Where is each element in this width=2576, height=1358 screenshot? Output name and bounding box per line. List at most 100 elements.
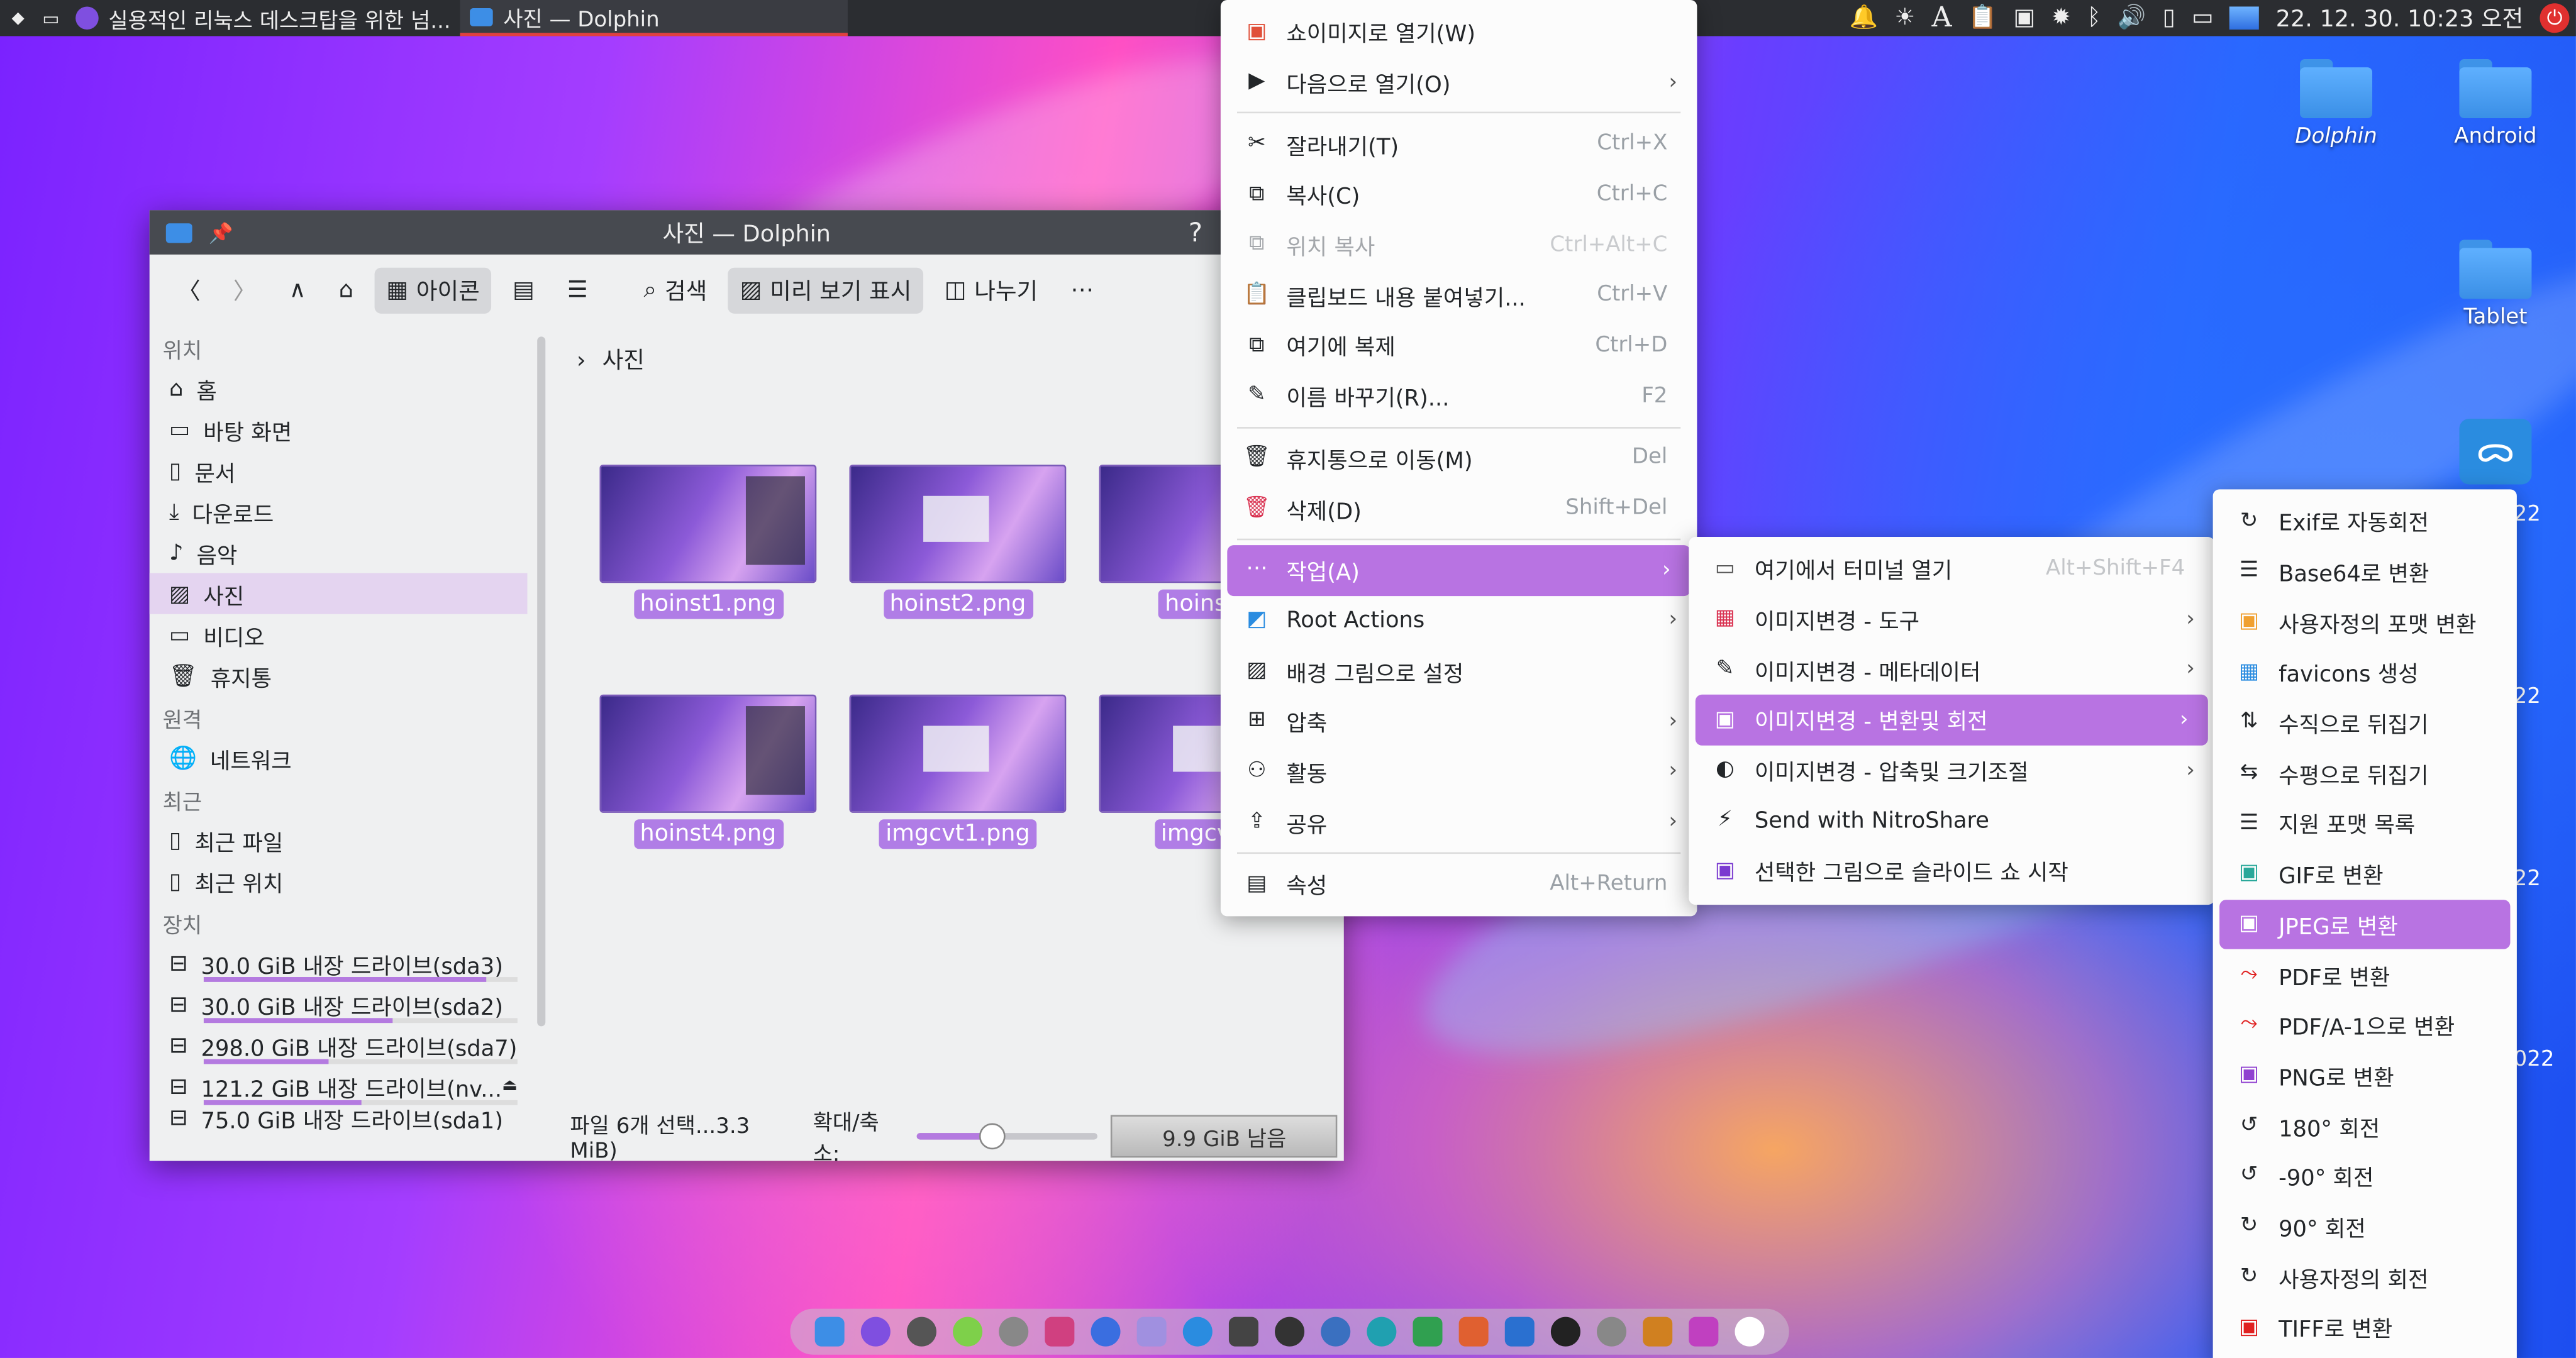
menu-item-to-pdf[interactable]: ⤳ PDF로 변환 bbox=[2213, 949, 2517, 1000]
cat-icon[interactable] bbox=[1643, 1317, 1673, 1347]
wallpaper-preview-icon[interactable] bbox=[2229, 6, 2260, 30]
menu-item-image-tools[interactable]: ▦ 이미지변경 - 도구 › bbox=[1689, 594, 2214, 644]
crop-icon[interactable] bbox=[1689, 1317, 1719, 1347]
sidebar-item-recent-locations[interactable]: ▯ 최근 위치 bbox=[150, 861, 528, 902]
preview-button[interactable]: ▨ 미리 보기 표시 bbox=[728, 267, 923, 314]
phone-icon[interactable]: ▯ bbox=[2163, 5, 2175, 31]
desktop-icon-android[interactable]: Android bbox=[2429, 59, 2561, 150]
sidebar-scrollbar[interactable] bbox=[537, 336, 546, 1027]
menu-item-convert-rotate[interactable]: ▣ 이미지변경 - 변환및 회전 › bbox=[1695, 694, 2208, 746]
menu-item-duplicate[interactable]: ⧉ 여기에 복제 Ctrl+D bbox=[1221, 321, 1697, 371]
x-icon[interactable] bbox=[1550, 1317, 1580, 1347]
zoom-slider[interactable] bbox=[917, 1123, 1099, 1150]
terminal-icon[interactable] bbox=[1228, 1317, 1258, 1347]
share-icon[interactable] bbox=[1597, 1317, 1627, 1347]
menu-item-compress[interactable]: ⊞ 압축 › bbox=[1221, 696, 1697, 746]
compact-view-button[interactable]: ▤ bbox=[501, 271, 546, 311]
presentation-icon[interactable] bbox=[1458, 1317, 1489, 1347]
clipboard-icon[interactable]: 📋 bbox=[1968, 5, 1997, 31]
menu-item-delete[interactable]: 🗑 삭제(D) Shift+Del bbox=[1221, 483, 1697, 533]
file-item[interactable]: imgcvt1.png bbox=[849, 694, 1067, 849]
image-editor-icon[interactable] bbox=[1045, 1317, 1075, 1347]
sidebar-item-trash[interactable]: 🗑 휴지통 bbox=[150, 655, 528, 696]
app-icon[interactable] bbox=[1367, 1317, 1397, 1347]
menu-item-flip-horizontal[interactable]: ⇆ 수평으로 뒤집기 bbox=[2213, 748, 2517, 798]
home-button[interactable]: ⌂ bbox=[327, 271, 365, 311]
sidebar-item-videos[interactable]: ▭ 비디오 bbox=[150, 614, 528, 655]
sidebar-item-device[interactable]: ⊟ 30.0 GiB 내장 드라이브(sda3) bbox=[150, 942, 528, 983]
sidebar-item-home[interactable]: ⌂ 홈 bbox=[150, 368, 528, 409]
sidebar-item-desktop[interactable]: ▭ 바탕 화면 bbox=[150, 409, 528, 450]
menu-item-rename[interactable]: ✎ 이름 바꾸기(R)... F2 bbox=[1221, 371, 1697, 421]
menu-item-to-png[interactable]: ▣ PNG로 변환 bbox=[2213, 1050, 2517, 1100]
menu-item-flip-vertical[interactable]: ⇅ 수직으로 뒤집기 bbox=[2213, 697, 2517, 748]
menu-item-custom-format[interactable]: ▣ 사용자정의 포맷 변환 bbox=[2213, 597, 2517, 647]
desktop-icon-partial[interactable]: 22 bbox=[2514, 685, 2541, 709]
menu-item-favicons[interactable]: ▦ favicons 생성 bbox=[2213, 647, 2517, 697]
sidebar-item-downloads[interactable]: ⤓ 다운로드 bbox=[150, 491, 528, 532]
menu-item-paste[interactable]: 📋 클립보드 내용 붙여넣기... Ctrl+V bbox=[1221, 270, 1697, 320]
weather-icon[interactable]: ☀ bbox=[1895, 5, 1916, 31]
disk-icon[interactable] bbox=[999, 1317, 1029, 1347]
menu-item-activities[interactable]: ⚇ 활동 › bbox=[1221, 746, 1697, 797]
file-item[interactable]: hoinst4.png bbox=[599, 694, 817, 849]
menu-item-root-actions[interactable]: ◩ Root Actions › bbox=[1221, 595, 1697, 646]
file-item[interactable]: hoinst1.png bbox=[599, 465, 817, 619]
split-button[interactable]: ◫ 나누기 bbox=[933, 268, 1049, 314]
menu-item-nitroshare[interactable]: ⚡ Send with NitroShare bbox=[1689, 795, 2214, 846]
desktop-icon-tablet[interactable]: Tablet bbox=[2429, 240, 2561, 330]
sidebar-item-pictures[interactable]: ▨ 사진 bbox=[149, 573, 528, 614]
network-tool-icon[interactable] bbox=[1091, 1317, 1121, 1347]
window-titlebar[interactable]: 📌 사진 — Dolphin ? bbox=[149, 210, 1344, 255]
menu-item-base64[interactable]: ☰ Base64로 변환 bbox=[2213, 546, 2517, 597]
menu-item-to-gif[interactable]: ▣ GIF로 변환 bbox=[2213, 849, 2517, 899]
menu-item-actions[interactable]: ⋯ 작업(A) › bbox=[1227, 544, 1690, 595]
clock[interactable]: 22. 12. 30. 10:23 오전 bbox=[2276, 2, 2524, 35]
sidebar-item-music[interactable]: ♪ 음악 bbox=[150, 532, 528, 573]
menu-item-rotate-cw[interactable]: ↻ 90° 회전 bbox=[2213, 1201, 2517, 1252]
tux-icon[interactable] bbox=[1275, 1317, 1305, 1347]
menu-item-rotate-180[interactable]: ↺ 180° 회전 bbox=[2213, 1101, 2517, 1151]
sidebar-item-device[interactable]: ⊟ 121.2 GiB 내장 드라이브(nv... ⏏ bbox=[150, 1066, 528, 1107]
desktop-app-icon[interactable]: ᯅ bbox=[2459, 419, 2532, 485]
r-icon[interactable] bbox=[1321, 1317, 1351, 1347]
menu-item-open-with-image-viewer[interactable]: ▣ 쇼이미지로 열기(W) bbox=[1221, 6, 1697, 57]
help-button[interactable]: ? bbox=[1189, 217, 1202, 248]
sidebar-item-device[interactable]: ⊟ 75.0 GiB 내장 드라이브(sda1) bbox=[150, 1107, 528, 1130]
desktop-icon-dolphin[interactable]: Dolphin bbox=[2270, 59, 2402, 150]
screen-icon[interactable]: ▣ bbox=[2013, 5, 2035, 31]
search-button[interactable]: ⌕ 검색 bbox=[632, 268, 718, 314]
more-button[interactable]: ⋯ bbox=[1059, 271, 1105, 311]
icons-view-button[interactable]: ▦ 아이콘 bbox=[374, 267, 492, 314]
forward-button[interactable]: 〉 bbox=[222, 268, 268, 314]
menu-item-slideshow[interactable]: ▣ 선택한 그림으로 슬라이드 쇼 시작 bbox=[1689, 846, 2214, 896]
bell-icon[interactable]: 🔔 bbox=[1850, 5, 1879, 31]
volume-icon[interactable]: 🔊 bbox=[2118, 5, 2146, 31]
menu-item-supported-formats[interactable]: ☰ 지원 포맷 목록 bbox=[2213, 798, 2517, 849]
menu-item-metadata[interactable]: ✎ 이미지변경 - 메타데이터 › bbox=[1689, 644, 2214, 695]
font-icon[interactable]: A bbox=[1931, 2, 1951, 35]
up-button[interactable]: ∧ bbox=[277, 271, 317, 311]
mail-icon[interactable] bbox=[1136, 1317, 1167, 1347]
desktop-icon-partial[interactable]: 022 bbox=[2514, 1047, 2555, 1072]
menu-item-rotate-ccw[interactable]: ↺ -90° 회전 bbox=[2213, 1151, 2517, 1201]
back-button[interactable]: 〈 bbox=[166, 268, 212, 314]
menu-item-set-wallpaper[interactable]: ▨ 배경 그림으로 설정 bbox=[1221, 646, 1697, 696]
desktop-icon-partial[interactable]: 22 bbox=[2514, 502, 2541, 527]
file-item[interactable]: hoinst2.png bbox=[849, 465, 1067, 619]
menu-item-move-to-trash[interactable]: 🗑 휴지통으로 이동(M) Del bbox=[1221, 433, 1697, 483]
menu-item-to-jpeg[interactable]: ▣ JPEG로 변환 bbox=[2219, 898, 2511, 950]
bluetooth-icon[interactable]: ᛒ bbox=[2087, 5, 2101, 31]
task-dolphin[interactable]: 사진 — Dolphin bbox=[460, 0, 848, 36]
menu-item-to-tiff[interactable]: ▣ TIFF로 변환 bbox=[2213, 1302, 2517, 1352]
spreadsheet-icon[interactable] bbox=[1413, 1317, 1443, 1347]
free-space-indicator[interactable]: 9.9 GiB 남음 bbox=[1111, 1115, 1338, 1158]
brightness-icon[interactable]: ✹ bbox=[2051, 5, 2071, 31]
menu-item-open-terminal[interactable]: ▭ 여기에서 터미널 열기 Alt+Shift+F4 bbox=[1689, 544, 2214, 594]
task-browser[interactable]: 실용적인 리눅스 데스크탑을 위한 넘... bbox=[65, 0, 460, 36]
menu-item-copy[interactable]: ⧉ 복사(C) Ctrl+C bbox=[1221, 169, 1697, 219]
menu-item-cut[interactable]: ✂ 잘라내기(T) Ctrl+X bbox=[1221, 119, 1697, 169]
sidebar-item-recent-files[interactable]: ▯ 최근 파일 bbox=[150, 819, 528, 860]
network-icon[interactable]: ▭ bbox=[2192, 5, 2214, 31]
sidebar-item-device[interactable]: ⊟ 30.0 GiB 내장 드라이브(sda2) bbox=[150, 983, 528, 1024]
